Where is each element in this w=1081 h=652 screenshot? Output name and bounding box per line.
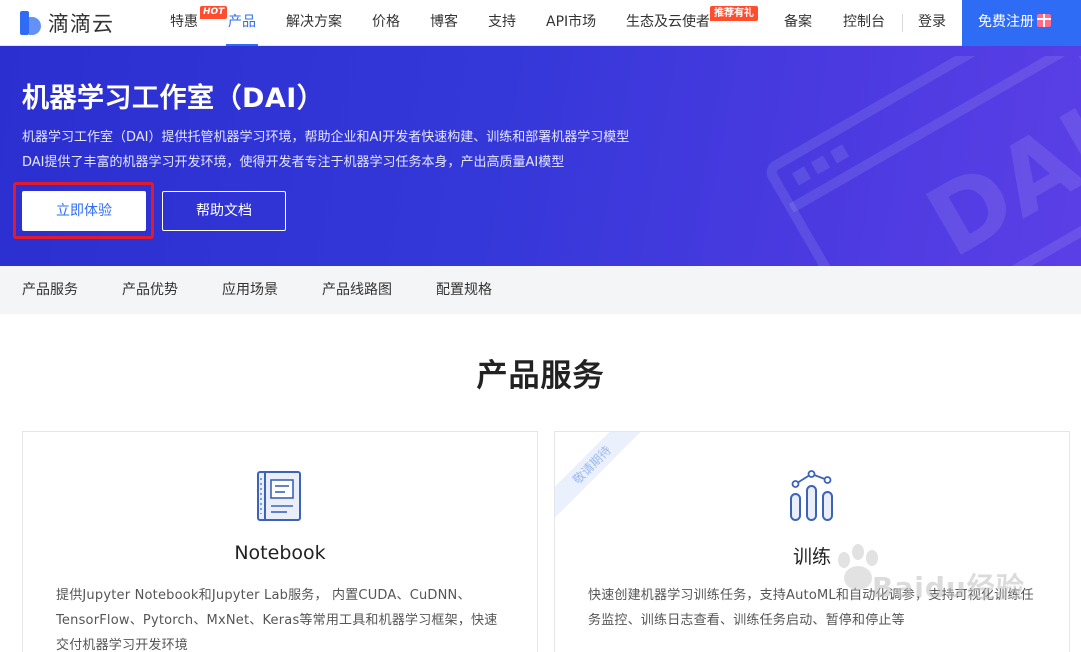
banner-description-2: DAI提供了丰富的机器学习开发环境，使得开发者专注于机器学习任务本身，产出高质量… — [22, 155, 565, 170]
banner-description-1: 机器学习工作室（DAI）提供托管机器学习环境，帮助企业和AI开发者快速构建、训练… — [22, 130, 630, 145]
coming-soon-ribbon: 敬请期待 — [555, 432, 653, 526]
card-notebook[interactable]: Notebook 提供Jupyter Notebook和Jupyter Lab服… — [22, 431, 538, 652]
nav-item-solutions[interactable]: 解决方案 — [286, 0, 342, 46]
help-docs-button[interactable]: 帮助文档 — [162, 191, 286, 231]
nav-item-label: API市场 — [546, 14, 597, 30]
card-description: 提供Jupyter Notebook和Jupyter Lab服务， 内置CUDA… — [56, 588, 498, 652]
register-button[interactable]: 免费注册 — [962, 0, 1081, 46]
nav-item-ecosystem[interactable]: 生态及云使者 — [626, 0, 710, 46]
hot-badge: HOT — [200, 6, 228, 19]
tab-product-services[interactable]: 产品服务 — [22, 266, 78, 314]
nav-item-label: 价格 — [372, 14, 400, 30]
card-training[interactable]: 敬请期待 训练 快速创建机器学习训练任务，支持AutoML和自动化调参，支持可视… — [554, 431, 1070, 652]
referral-badge: 推荐有礼 — [710, 6, 758, 21]
gift-icon — [1037, 14, 1051, 27]
nav-item-label: 产品 — [228, 14, 256, 30]
nav-item-api-market[interactable]: API市场 — [546, 0, 596, 46]
section-title: 产品服务 — [476, 358, 605, 394]
tab-roadmap[interactable]: 产品线路图 — [322, 266, 392, 314]
top-navbar: 滴滴云 特惠 HOT 产品 解决方案 价格 博客 支持 API市场 生态及云使者… — [0, 0, 1081, 46]
nav-item-filing[interactable]: 备案 — [784, 0, 812, 46]
card-description: 快速创建机器学习训练任务，支持AutoML和自动化调参，支持可视化训练任务监控、… — [588, 588, 1034, 628]
nav-item-label: 控制台 — [843, 14, 885, 30]
nav-item-label: 备案 — [784, 14, 812, 30]
logo-mark-icon — [20, 11, 42, 35]
nav-item-label: 特惠 — [170, 14, 198, 30]
dai-window-decoration: DAI — [766, 56, 1081, 266]
card-title: 训练 — [792, 546, 831, 568]
section-tabs: 产品服务 产品优势 应用场景 产品线路图 配置规格 — [0, 266, 1081, 314]
nav-item-blog[interactable]: 博客 — [430, 0, 458, 46]
dai-deco-text: DAI — [909, 87, 1081, 266]
nav-item-label: 生态及云使者 — [626, 14, 710, 30]
notebook-icon — [257, 471, 301, 521]
tab-specs[interactable]: 配置规格 — [436, 266, 492, 314]
training-chart-icon — [790, 470, 833, 521]
nav-item-console[interactable]: 控制台 — [843, 0, 885, 46]
nav-item-products[interactable]: 产品 — [226, 0, 258, 46]
nav-divider — [902, 14, 903, 32]
hero-banner: DAI 机器学习工作室（DAI） 机器学习工作室（DAI）提供托管机器学习环境，… — [0, 46, 1081, 266]
brand-name: 滴滴云 — [48, 12, 114, 36]
nav-item-label: 支持 — [488, 14, 516, 30]
login-link[interactable]: 登录 — [918, 0, 946, 46]
try-now-button[interactable]: 立即体验 — [22, 191, 146, 231]
nav-item-label: 解决方案 — [286, 14, 342, 30]
register-label: 免费注册 — [978, 14, 1034, 30]
nav-item-deals[interactable]: 特惠 — [170, 0, 198, 46]
nav-item-pricing[interactable]: 价格 — [372, 0, 400, 46]
nav-item-support[interactable]: 支持 — [488, 0, 516, 46]
login-label: 登录 — [918, 14, 946, 30]
tab-use-cases[interactable]: 应用场景 — [222, 266, 278, 314]
tab-product-advantages[interactable]: 产品优势 — [122, 266, 178, 314]
brand-logo[interactable]: 滴滴云 — [20, 10, 114, 36]
page-title: 机器学习工作室（DAI） — [22, 83, 325, 114]
card-title: Notebook — [234, 542, 326, 564]
nav-item-label: 博客 — [430, 14, 458, 30]
